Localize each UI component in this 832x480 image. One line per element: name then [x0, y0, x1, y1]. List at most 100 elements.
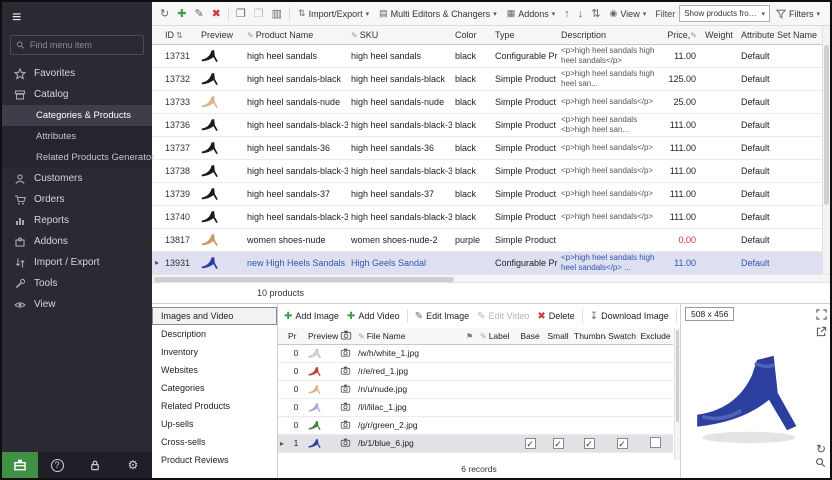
scrollbar-thumb[interactable] — [824, 45, 829, 205]
sidebar-item-tools[interactable]: Tools — [2, 273, 152, 294]
col-camera[interactable] — [338, 328, 356, 344]
col-exclude[interactable]: Exclude — [638, 328, 673, 344]
add-product-button[interactable]: ✚ — [173, 7, 190, 20]
checkbox-swatch[interactable]: ✓ — [617, 438, 628, 449]
search-input[interactable] — [30, 40, 138, 50]
refresh-button[interactable]: ↻ — [156, 7, 173, 20]
checkbox-exclude[interactable] — [650, 437, 661, 448]
sidebar-item-attributes[interactable]: Attributes — [2, 126, 152, 147]
help-button[interactable]: ? — [38, 459, 76, 472]
horizontal-scrollbar[interactable] — [152, 274, 830, 283]
delete-product-button[interactable]: ✖ — [208, 7, 225, 20]
table-row[interactable]: 13737high heel sandals-36high heel sanda… — [152, 136, 826, 159]
table-row-selected[interactable]: ▸13931new High Heels SandalsHigh Geels S… — [152, 251, 826, 274]
image-row-selected[interactable]: ▸1/b/1/blue_6.jpg✓✓✓✓ — [278, 434, 673, 452]
scrollbar-thumb[interactable] — [676, 330, 679, 422]
sidebar-item-reports[interactable]: Reports — [2, 210, 152, 231]
columns-button[interactable]: ▥ — [268, 7, 286, 20]
sidebar-item-customers[interactable]: Customers — [2, 168, 152, 189]
filter-select[interactable]: Show products from selected categories ▾ — [679, 5, 770, 22]
edit-image-button[interactable]: ✎Edit Image — [411, 311, 473, 322]
addons-menu[interactable]: ▦ Addons ▾ — [502, 8, 561, 19]
row-expander[interactable]: ▸ — [152, 251, 162, 274]
row-expander[interactable]: ▸ — [278, 434, 286, 452]
col-description[interactable]: Description — [558, 26, 660, 44]
table-row[interactable]: 13736high heel sandals-black-36high heel… — [152, 113, 826, 136]
table-row[interactable]: 13732high heel sandals-blackhigh heel sa… — [152, 67, 826, 90]
sidebar-search[interactable] — [10, 35, 144, 55]
col-attribute-set[interactable]: Attribute Set Name — [738, 26, 826, 44]
sort-toggle-button[interactable]: ⇅ — [587, 7, 604, 20]
table-row[interactable]: 13740high heel sandals-black-38high heel… — [152, 205, 826, 228]
multi-editors-menu[interactable]: ▤ Multi Editors & Changers ▾ — [374, 8, 502, 19]
sort-desc-button[interactable]: ↓ — [574, 8, 588, 20]
table-row[interactable]: 13733high heel sandals-nudehigh heel san… — [152, 90, 826, 113]
table-row[interactable]: 13817women shoes-nudewomen shoes-nude-2p… — [152, 228, 826, 251]
col-id[interactable]: ID⇅ — [162, 26, 198, 44]
col-type[interactable]: Type — [492, 26, 558, 44]
sidebar-item-orders[interactable]: Orders — [2, 189, 152, 210]
tab-categories[interactable]: Categories — [152, 379, 277, 397]
col-flag[interactable]: ⚑ — [464, 328, 478, 344]
col-weight[interactable]: Weight — [702, 26, 738, 44]
sidebar-item-favorites[interactable]: Favorites — [2, 63, 152, 84]
image-row[interactable]: 0/n/u/nude.jpg — [278, 380, 673, 398]
copy-button[interactable]: ❐ — [232, 7, 250, 20]
rotate-button[interactable]: ↻ — [816, 442, 826, 456]
table-row[interactable]: 13738high heel sandals-black-37high heel… — [152, 159, 826, 182]
checkbox-small[interactable]: ✓ — [553, 438, 564, 449]
sidebar-item-addons[interactable]: Addons — [2, 231, 152, 252]
add-image-button[interactable]: ✚Add Image — [280, 311, 343, 322]
col-label[interactable]: ✎Label — [478, 328, 516, 344]
col-base[interactable]: Base — [516, 328, 544, 344]
tab-inventory[interactable]: Inventory — [152, 343, 277, 361]
sidebar-item-related-products-generator[interactable]: Related Products Generator — [2, 147, 152, 168]
col-small[interactable]: Small — [544, 328, 572, 344]
table-row[interactable]: 13731high heel sandalshigh heel sandalsb… — [152, 44, 826, 67]
checkbox-thumbnail[interactable]: ✓ — [584, 438, 595, 449]
vertical-scrollbar[interactable] — [822, 26, 830, 274]
sidebar-item-import-export[interactable]: Import / Export — [2, 252, 152, 273]
col-preview[interactable]: Preview — [306, 328, 338, 344]
col-file-name[interactable]: ✎File Name — [356, 328, 464, 344]
tab-up-sells[interactable]: Up-sells — [152, 415, 277, 433]
paste-button[interactable]: ❒ — [250, 7, 268, 20]
sidebar-item-catalog[interactable]: Catalog — [2, 84, 152, 105]
image-row[interactable]: 0/l/i/lilac_1.jpg — [278, 398, 673, 416]
download-image-button[interactable]: ↧Download Image — [586, 311, 673, 322]
filters-menu[interactable]: Filters ▾ — [770, 9, 826, 19]
checkbox-base[interactable]: ✓ — [525, 438, 536, 449]
tab-websites[interactable]: Websites — [152, 361, 277, 379]
col-color[interactable]: Color — [452, 26, 492, 44]
col-product-name[interactable]: ✎Product Name — [244, 26, 348, 44]
tab-related-products[interactable]: Related Products — [152, 397, 277, 415]
edit-video-button[interactable]: ✎Edit Video — [473, 311, 533, 322]
fullscreen-button[interactable] — [816, 307, 827, 325]
scrollbar-thumb[interactable] — [154, 277, 454, 282]
lock-button[interactable] — [76, 459, 114, 472]
sort-asc-button[interactable]: ↑ — [560, 8, 574, 20]
tab-cross-sells[interactable]: Cross-sells — [152, 433, 277, 451]
col-price[interactable]: Price,✎ — [660, 26, 702, 44]
tab-images-and-video[interactable]: Images and Video — [152, 307, 277, 325]
col-thumbnail[interactable]: Thumbna — [572, 328, 606, 344]
image-row[interactable]: 0/r/e/red_1.jpg — [278, 362, 673, 380]
tab-description[interactable]: Description — [152, 325, 277, 343]
col-sku[interactable]: ✎SKU — [348, 26, 452, 44]
image-row[interactable]: 0/g/r/green_2.jpg — [278, 416, 673, 434]
view-menu[interactable]: ◉ View ▾ — [604, 8, 651, 19]
col-swatch[interactable]: Swatch — [606, 328, 638, 344]
zoom-button[interactable] — [815, 455, 826, 473]
sidebar-item-categories-products[interactable]: Categories & Products — [2, 105, 152, 126]
add-video-button[interactable]: ✚Add Video — [343, 311, 404, 322]
delete-image-button[interactable]: ✖Delete — [533, 311, 578, 322]
tab-product-reviews[interactable]: Product Reviews — [152, 451, 277, 469]
col-priority[interactable]: Pr — [286, 328, 306, 344]
sidebar-item-view[interactable]: View — [2, 294, 152, 315]
edit-product-button[interactable]: ✎ — [190, 7, 207, 20]
col-preview[interactable]: Preview — [198, 26, 244, 44]
hamburger-menu-icon[interactable]: ≡ — [2, 2, 152, 31]
import-export-menu[interactable]: ⇅ Import/Export ▾ — [293, 8, 374, 19]
table-row[interactable]: 13739high heel sandals-37high heel sanda… — [152, 182, 826, 205]
image-row[interactable]: 0/w/h/white_1.jpg — [278, 344, 673, 362]
